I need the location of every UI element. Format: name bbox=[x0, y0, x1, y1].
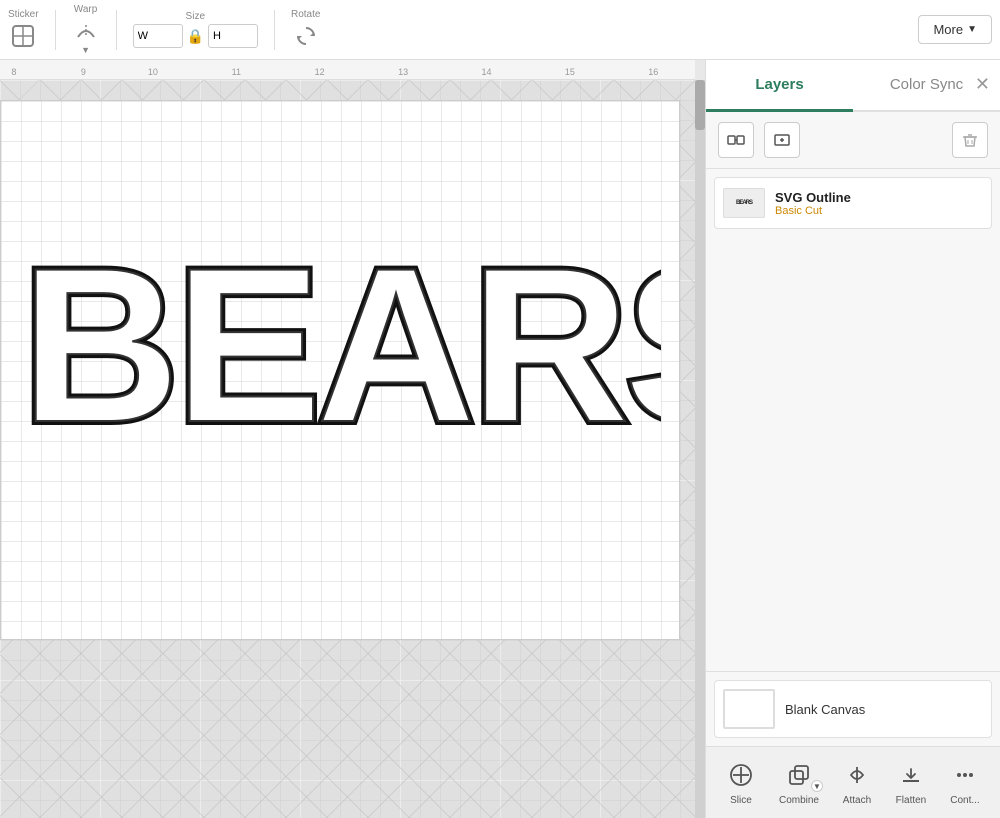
rotate-icon bbox=[292, 22, 320, 50]
more-arrow-icon: ▼ bbox=[967, 24, 977, 35]
add-layer-button[interactable] bbox=[764, 122, 800, 158]
ruler-mark-10: 10 bbox=[148, 67, 158, 77]
combine-arrow-icon: ▼ bbox=[811, 780, 823, 792]
warp-tool[interactable]: Warp ▼ bbox=[72, 4, 100, 55]
panel-toolbar bbox=[706, 112, 1000, 169]
sticker-label: Sticker bbox=[8, 9, 39, 20]
warp-icon bbox=[72, 17, 100, 45]
combine-button[interactable]: Combine ▼ bbox=[779, 759, 819, 806]
divider-1 bbox=[55, 10, 56, 50]
vertical-scrollbar[interactable] bbox=[695, 80, 705, 818]
size-tool: Size 🔒 bbox=[133, 11, 258, 48]
layer-type: Basic Cut bbox=[775, 205, 983, 217]
size-label: Size bbox=[186, 11, 205, 22]
flatten-icon bbox=[895, 759, 927, 791]
lock-icon: 🔒 bbox=[187, 28, 204, 45]
layer-thumbnail: BEARS bbox=[723, 188, 765, 218]
scrollbar-thumb[interactable] bbox=[695, 80, 705, 130]
blank-canvas-label: Blank Canvas bbox=[785, 702, 865, 717]
ruler-mark-15: 15 bbox=[565, 67, 575, 77]
cont-label: Cont... bbox=[950, 795, 979, 806]
group-button[interactable] bbox=[718, 122, 754, 158]
combine-label: Combine bbox=[779, 795, 819, 806]
flatten-label: Flatten bbox=[896, 795, 927, 806]
rotate-label: Rotate bbox=[291, 9, 320, 20]
blank-canvas-item[interactable]: Blank Canvas bbox=[714, 680, 992, 738]
height-input[interactable] bbox=[208, 24, 258, 48]
ruler-mark-8: 8 bbox=[11, 67, 16, 77]
tab-layers[interactable]: Layers bbox=[706, 60, 853, 112]
layer-item-svg-outline[interactable]: BEARS SVG Outline Basic Cut bbox=[714, 177, 992, 229]
sticker-icon bbox=[9, 22, 37, 50]
width-input[interactable] bbox=[133, 24, 183, 48]
ruler-mark-12: 12 bbox=[315, 67, 325, 77]
slice-button[interactable]: Slice bbox=[725, 759, 757, 806]
panel-actions: Slice Combine ▼ bbox=[706, 746, 1000, 818]
size-inputs: 🔒 bbox=[133, 24, 258, 48]
bears-design: BEARS BEARS bbox=[11, 201, 661, 476]
cont-icon bbox=[949, 759, 981, 791]
flatten-button[interactable]: Flatten bbox=[895, 759, 927, 806]
ruler-mark-9: 9 bbox=[81, 67, 86, 77]
slice-label: Slice bbox=[730, 795, 752, 806]
panel-tabs: Layers Color Sync ✕ bbox=[706, 60, 1000, 112]
divider-2 bbox=[116, 10, 117, 50]
rotate-tool[interactable]: Rotate bbox=[291, 9, 320, 50]
layer-name: SVG Outline bbox=[775, 190, 983, 205]
ruler-mark-14: 14 bbox=[481, 67, 491, 77]
attach-button[interactable]: Attach bbox=[841, 759, 873, 806]
toolbar: Sticker Warp ▼ Size 🔒 Rotat bbox=[0, 0, 1000, 60]
slice-icon bbox=[725, 759, 757, 791]
divider-3 bbox=[274, 10, 275, 50]
ruler-mark-11: 11 bbox=[232, 67, 241, 77]
blank-canvas-thumbnail bbox=[723, 689, 775, 729]
white-canvas: BEARS BEARS bbox=[0, 100, 680, 640]
toolbar-right: More ▼ bbox=[918, 15, 992, 44]
attach-label: Attach bbox=[843, 795, 871, 806]
layer-info: SVG Outline Basic Cut bbox=[775, 190, 983, 217]
ruler-top: 8 9 10 11 12 13 14 15 16 bbox=[0, 60, 695, 80]
cont-button[interactable]: Cont... bbox=[949, 759, 981, 806]
bears-text-inner: BEARS bbox=[21, 222, 661, 468]
ruler-mark-16: 16 bbox=[648, 67, 658, 77]
ruler-mark-13: 13 bbox=[398, 67, 408, 77]
right-panel: Layers Color Sync ✕ bbox=[705, 60, 1000, 818]
delete-layer-button[interactable] bbox=[952, 122, 988, 158]
attach-icon bbox=[841, 759, 873, 791]
panel-close-icon[interactable]: ✕ bbox=[975, 74, 990, 95]
canvas-grid: BEARS BEARS bbox=[0, 80, 695, 818]
more-button[interactable]: More ▼ bbox=[918, 15, 992, 44]
blank-canvas-section: Blank Canvas bbox=[706, 671, 1000, 746]
canvas-area[interactable]: 8 9 10 11 12 13 14 15 16 BEARS BEARS bbox=[0, 60, 705, 818]
main-layout: 8 9 10 11 12 13 14 15 16 BEARS BEARS bbox=[0, 60, 1000, 818]
warp-label: Warp bbox=[74, 4, 98, 15]
layer-list: BEARS SVG Outline Basic Cut bbox=[706, 169, 1000, 671]
sticker-tool[interactable]: Sticker bbox=[8, 9, 39, 50]
more-label: More bbox=[933, 22, 963, 37]
